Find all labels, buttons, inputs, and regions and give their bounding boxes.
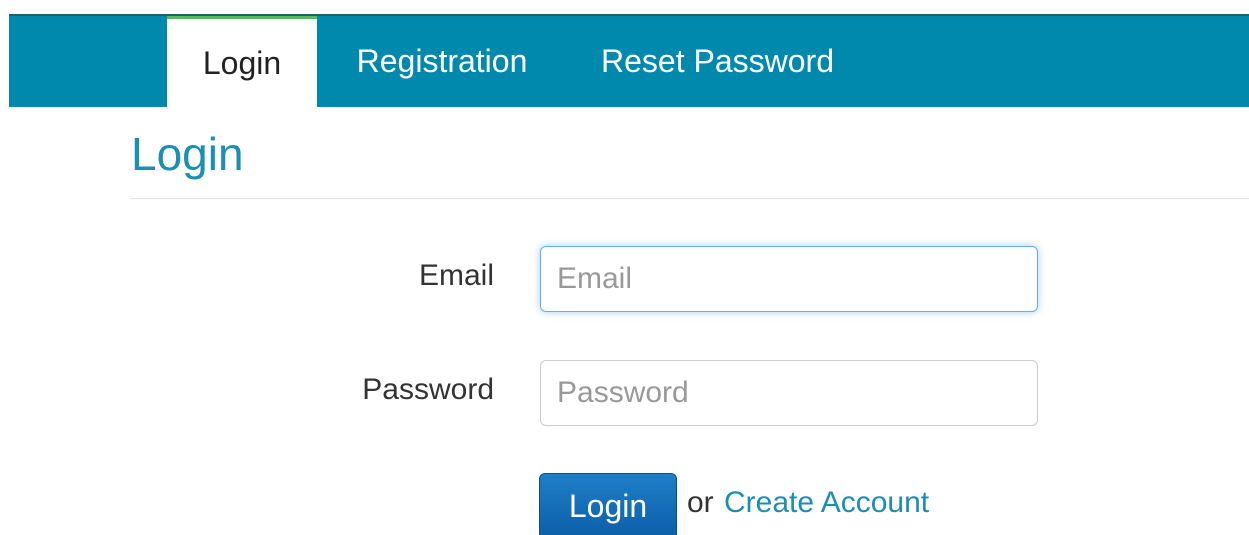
top-strip	[9, 0, 1249, 14]
create-account-link[interactable]: Create Account	[724, 486, 929, 520]
password-input[interactable]	[540, 360, 1038, 426]
or-text: or	[687, 486, 714, 519]
password-label: Password	[362, 373, 494, 406]
tab-registration[interactable]: Registration	[317, 16, 567, 107]
page-title: Login	[131, 128, 244, 180]
tab-login[interactable]: Login	[167, 16, 317, 107]
title-divider	[130, 198, 1249, 199]
login-button[interactable]: Login	[539, 473, 677, 535]
email-input[interactable]	[540, 246, 1038, 312]
tab-reset-password[interactable]: Reset Password	[567, 16, 834, 107]
top-navbar: Login Registration Reset Password	[9, 14, 1249, 107]
login-page: Login Registration Reset Password Login …	[0, 0, 1249, 535]
email-label: Email	[418, 259, 494, 292]
nav-tabs: Login Registration Reset Password	[167, 16, 834, 107]
